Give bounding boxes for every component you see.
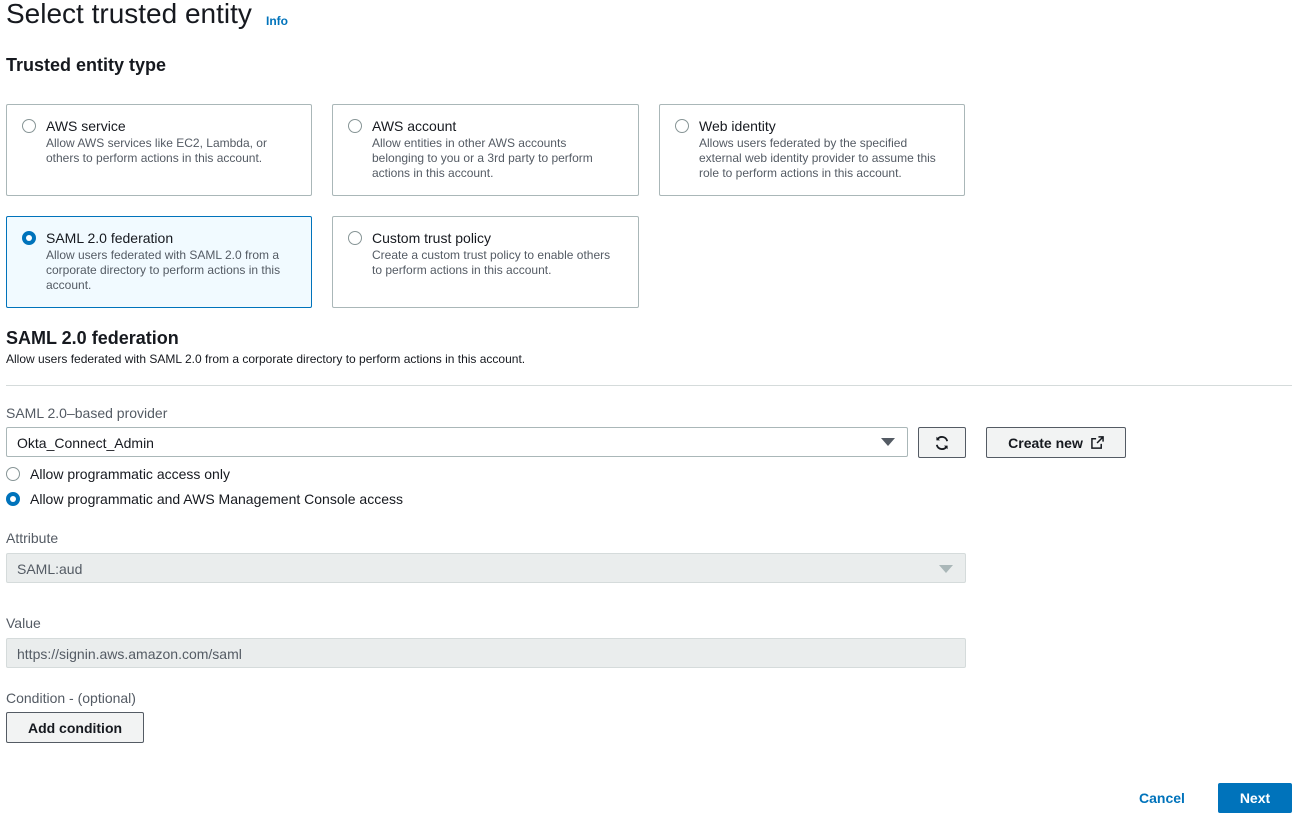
refresh-icon (935, 435, 949, 450)
tile-title: AWS service (46, 118, 126, 134)
caret-down-icon (939, 565, 953, 573)
condition-label: Condition - (optional) (6, 690, 136, 706)
tile-description: Allow AWS services like EC2, Lambda, or … (46, 136, 267, 165)
value-label: Value (6, 615, 41, 631)
tile-aws-account[interactable]: AWS account Allow entities in other AWS … (332, 104, 639, 196)
saml-section-description: Allow users federated with SAML 2.0 from… (6, 352, 526, 366)
tile-title: Web identity (699, 118, 776, 134)
tile-title: SAML 2.0 federation (46, 230, 174, 246)
access-option-label: Allow programmatic access only (30, 466, 230, 482)
section-divider (6, 385, 1292, 386)
access-option-label: Allow programmatic and AWS Management Co… (30, 491, 403, 507)
attribute-select-value: SAML:aud (17, 561, 83, 577)
caret-down-icon (881, 438, 895, 446)
tile-title: AWS account (372, 118, 457, 134)
next-button[interactable]: Next (1218, 783, 1292, 813)
tile-web-identity[interactable]: Web identity Allows users federated by t… (659, 104, 965, 196)
aws-service-radio[interactable] (22, 119, 36, 133)
provider-select-value: Okta_Connect_Admin (17, 435, 154, 451)
custom-trust-policy-radio[interactable] (348, 231, 362, 245)
tile-description: Create a custom trust policy to enable o… (372, 248, 611, 277)
provider-label: SAML 2.0–based provider (6, 405, 168, 421)
access-option-programmatic[interactable]: Allow programmatic access only (6, 466, 406, 482)
tile-description: Allow users federated with SAML 2.0 from… (46, 248, 281, 292)
external-link-icon (1091, 436, 1104, 449)
attribute-label: Attribute (6, 530, 59, 546)
value-input: https://signin.aws.amazon.com/saml (6, 638, 966, 668)
access-option-console[interactable]: Allow programmatic and AWS Management Co… (6, 491, 426, 507)
refresh-button[interactable] (918, 427, 966, 458)
info-link[interactable]: Info (266, 14, 288, 28)
add-condition-button[interactable]: Add condition (6, 712, 144, 743)
cancel-button[interactable]: Cancel (1139, 790, 1185, 806)
entity-type-heading: Trusted entity type (6, 55, 167, 75)
programmatic-only-radio[interactable] (6, 467, 20, 481)
tile-title: Custom trust policy (372, 230, 492, 246)
saml-federation-radio[interactable] (22, 231, 36, 245)
tile-aws-service[interactable]: AWS service Allow AWS services like EC2,… (6, 104, 312, 196)
tile-description: Allow entities in other AWS accounts bel… (372, 136, 593, 180)
web-identity-radio[interactable] (675, 119, 689, 133)
create-new-button[interactable]: Create new (986, 427, 1126, 458)
value-input-value: https://signin.aws.amazon.com/saml (17, 646, 242, 662)
tile-description: Allows users federated by the specified … (699, 136, 936, 180)
provider-select[interactable]: Okta_Connect_Admin (6, 427, 908, 457)
aws-account-radio[interactable] (348, 119, 362, 133)
saml-section-heading: SAML 2.0 federation (6, 328, 179, 348)
attribute-select: SAML:aud (6, 553, 966, 583)
programmatic-console-radio[interactable] (6, 492, 20, 506)
tile-custom-trust-policy[interactable]: Custom trust policy Create a custom trus… (332, 216, 639, 308)
tile-saml-federation[interactable]: SAML 2.0 federation Allow users federate… (6, 216, 312, 308)
page-title: Select trusted entity (6, 0, 252, 29)
create-new-label: Create new (1008, 434, 1083, 451)
